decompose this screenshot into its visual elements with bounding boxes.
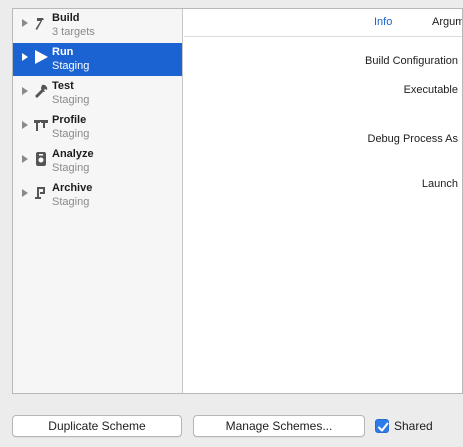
- sidebar-item-title: Run: [52, 46, 74, 58]
- sidebar-item-analyze[interactable]: Analyze Staging: [13, 145, 182, 178]
- sidebar-item-subtitle: 3 targets: [52, 26, 95, 38]
- sidebar-item-profile[interactable]: Profile Staging: [13, 111, 182, 144]
- tab-arguments[interactable]: Argum: [432, 15, 462, 29]
- archive-icon: [33, 185, 49, 201]
- play-icon: [33, 49, 49, 65]
- sidebar-item-title: Archive: [52, 182, 93, 194]
- scheme-editor-panel: Build 3 targets Run Staging Test Staging…: [12, 8, 463, 394]
- disclosure-triangle-icon[interactable]: [22, 19, 28, 27]
- tab-bar: Info Argum: [184, 9, 462, 37]
- disclosure-triangle-icon[interactable]: [22, 121, 28, 129]
- disclosure-triangle-icon[interactable]: [22, 87, 28, 95]
- sidebar-item-title: Profile: [52, 114, 87, 126]
- disclosure-triangle-icon[interactable]: [22, 53, 28, 61]
- sidebar-item-subtitle: Staging: [52, 196, 90, 208]
- disclosure-triangle-icon[interactable]: [22, 155, 28, 163]
- wrench-icon: [33, 83, 49, 99]
- sidebar-item-test[interactable]: Test Staging: [13, 77, 182, 110]
- launch-label: Launch: [421, 178, 458, 190]
- sidebar-item-subtitle: Staging: [52, 60, 90, 72]
- sidebar-item-title: Build: [52, 12, 80, 24]
- caliper-icon: [33, 117, 49, 133]
- build-configuration-label: Build Configuration: [365, 55, 458, 67]
- sidebar-item-build[interactable]: Build 3 targets: [13, 9, 182, 42]
- sidebar-item-subtitle: Staging: [52, 94, 90, 106]
- checkmark-icon: [378, 422, 389, 432]
- duplicate-scheme-button[interactable]: Duplicate Scheme: [12, 415, 182, 437]
- scheme-action-sidebar: Build 3 targets Run Staging Test Staging…: [13, 9, 183, 393]
- shared-label: Shared: [394, 419, 433, 433]
- shared-checkbox[interactable]: [375, 419, 389, 433]
- sidebar-item-subtitle: Staging: [52, 128, 90, 140]
- debug-process-as-label: Debug Process As: [367, 133, 459, 145]
- sidebar-item-archive[interactable]: Archive Staging: [13, 179, 182, 212]
- sidebar-item-title: Analyze: [52, 148, 94, 160]
- hammer-icon: [33, 15, 49, 31]
- manage-schemes-button[interactable]: Manage Schemes...: [193, 415, 365, 437]
- analyze-icon: [33, 151, 49, 167]
- sidebar-item-subtitle: Staging: [52, 162, 90, 174]
- sidebar-item-run[interactable]: Run Staging: [13, 43, 182, 76]
- disclosure-triangle-icon[interactable]: [22, 189, 28, 197]
- executable-label: Executable: [403, 84, 458, 96]
- tab-info[interactable]: Info: [374, 15, 392, 29]
- sidebar-item-title: Test: [52, 80, 74, 92]
- scheme-detail-pane: Info Argum Build Configuration Executabl…: [184, 9, 462, 393]
